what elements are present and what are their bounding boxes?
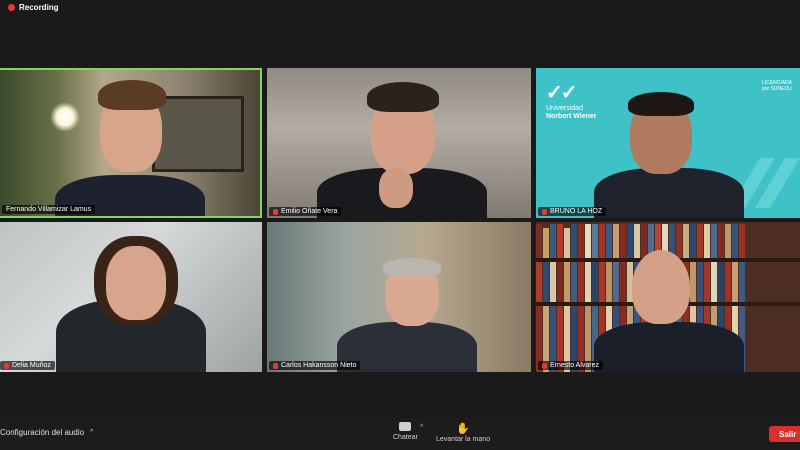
chat-button[interactable]: Chatear xyxy=(393,422,418,441)
mic-muted-icon xyxy=(273,208,278,215)
participant-hair xyxy=(98,80,166,110)
mic-muted-icon xyxy=(542,362,547,369)
participant-nametag: Fernando Villamizar Lamus xyxy=(2,205,96,214)
logo-university-name: Norbert Wiener xyxy=(546,112,597,120)
recording-dot-icon xyxy=(8,4,15,11)
recording-indicator: Recording xyxy=(8,3,59,12)
chat-label: Chatear xyxy=(393,434,418,441)
participant-body xyxy=(594,168,744,218)
meeting-toolbar: Configuración del audio ^ Chatear ^ ✋ Le… xyxy=(0,418,800,450)
wall-frame xyxy=(152,96,244,172)
hand-icon: ✋ xyxy=(456,423,470,435)
leave-button[interactable]: Salir xyxy=(769,426,800,442)
mic-muted-icon xyxy=(4,362,9,369)
participant-nametag: BRUNO LA HOZ xyxy=(538,207,607,216)
logo-university: Universidad xyxy=(546,105,583,112)
logo-mark-icon: ✓✓ xyxy=(546,82,577,104)
participant-face xyxy=(106,246,166,320)
participant-nametag: Delia Muñoz xyxy=(0,361,55,370)
raise-hand-label: Levantar la mano xyxy=(436,436,491,443)
chat-bubble-icon xyxy=(399,422,412,431)
sunedu-badge: LICENCIADA por SUNEDU xyxy=(762,80,792,92)
participant-hair xyxy=(628,92,694,116)
participant-name: Carlos Hakansson Nieto xyxy=(281,362,357,369)
chat-options-chevron-icon[interactable]: ^ xyxy=(420,424,423,431)
participant-hair xyxy=(367,82,439,112)
participant-name: Emilio Oñate Vera xyxy=(281,208,338,215)
participant-name: BRUNO LA HOZ xyxy=(550,208,603,215)
participant-name: Ernesto Alvarez xyxy=(550,362,600,369)
participant-hand xyxy=(379,168,413,208)
raise-hand-button[interactable]: ✋ Levantar la mano xyxy=(436,422,490,443)
participant-name: Fernando Villamizar Lamus xyxy=(6,206,92,213)
video-tile-carlos[interactable]: Carlos Hakansson Nieto xyxy=(267,222,531,372)
leave-label: Salir xyxy=(779,429,797,439)
video-tile-bruno[interactable]: ✓✓ Universidad Norbert Wiener LICENCIADA… xyxy=(536,68,800,218)
audio-settings-button[interactable]: Configuración del audio ^ xyxy=(0,428,93,437)
chevron-up-icon[interactable]: ^ xyxy=(90,429,93,436)
mic-muted-icon xyxy=(542,208,547,215)
badge-line2: por SUNEDU xyxy=(761,86,792,92)
mic-muted-icon xyxy=(273,362,278,369)
participant-nametag: Ernesto Alvarez xyxy=(538,361,604,370)
participant-face xyxy=(632,250,690,324)
participant-hair xyxy=(383,258,441,276)
participant-nametag: Emilio Oñate Vera xyxy=(269,207,342,216)
video-tile-delia[interactable]: Delia Muñoz xyxy=(0,222,262,372)
lamp-light xyxy=(50,102,80,132)
participant-body xyxy=(594,322,744,372)
recording-label: Recording xyxy=(19,3,59,12)
participant-nametag: Carlos Hakansson Nieto xyxy=(269,361,361,370)
video-tile-emilio[interactable]: Emilio Oñate Vera xyxy=(267,68,531,218)
audio-settings-label: Configuración del audio xyxy=(0,428,85,437)
video-tile-fernando[interactable]: Fernando Villamizar Lamus xyxy=(0,68,262,218)
video-tile-ernesto[interactable]: Ernesto Alvarez xyxy=(536,222,800,372)
university-logo: ✓✓ Universidad Norbert Wiener xyxy=(546,80,597,120)
participant-name: Delia Muñoz xyxy=(12,362,51,369)
